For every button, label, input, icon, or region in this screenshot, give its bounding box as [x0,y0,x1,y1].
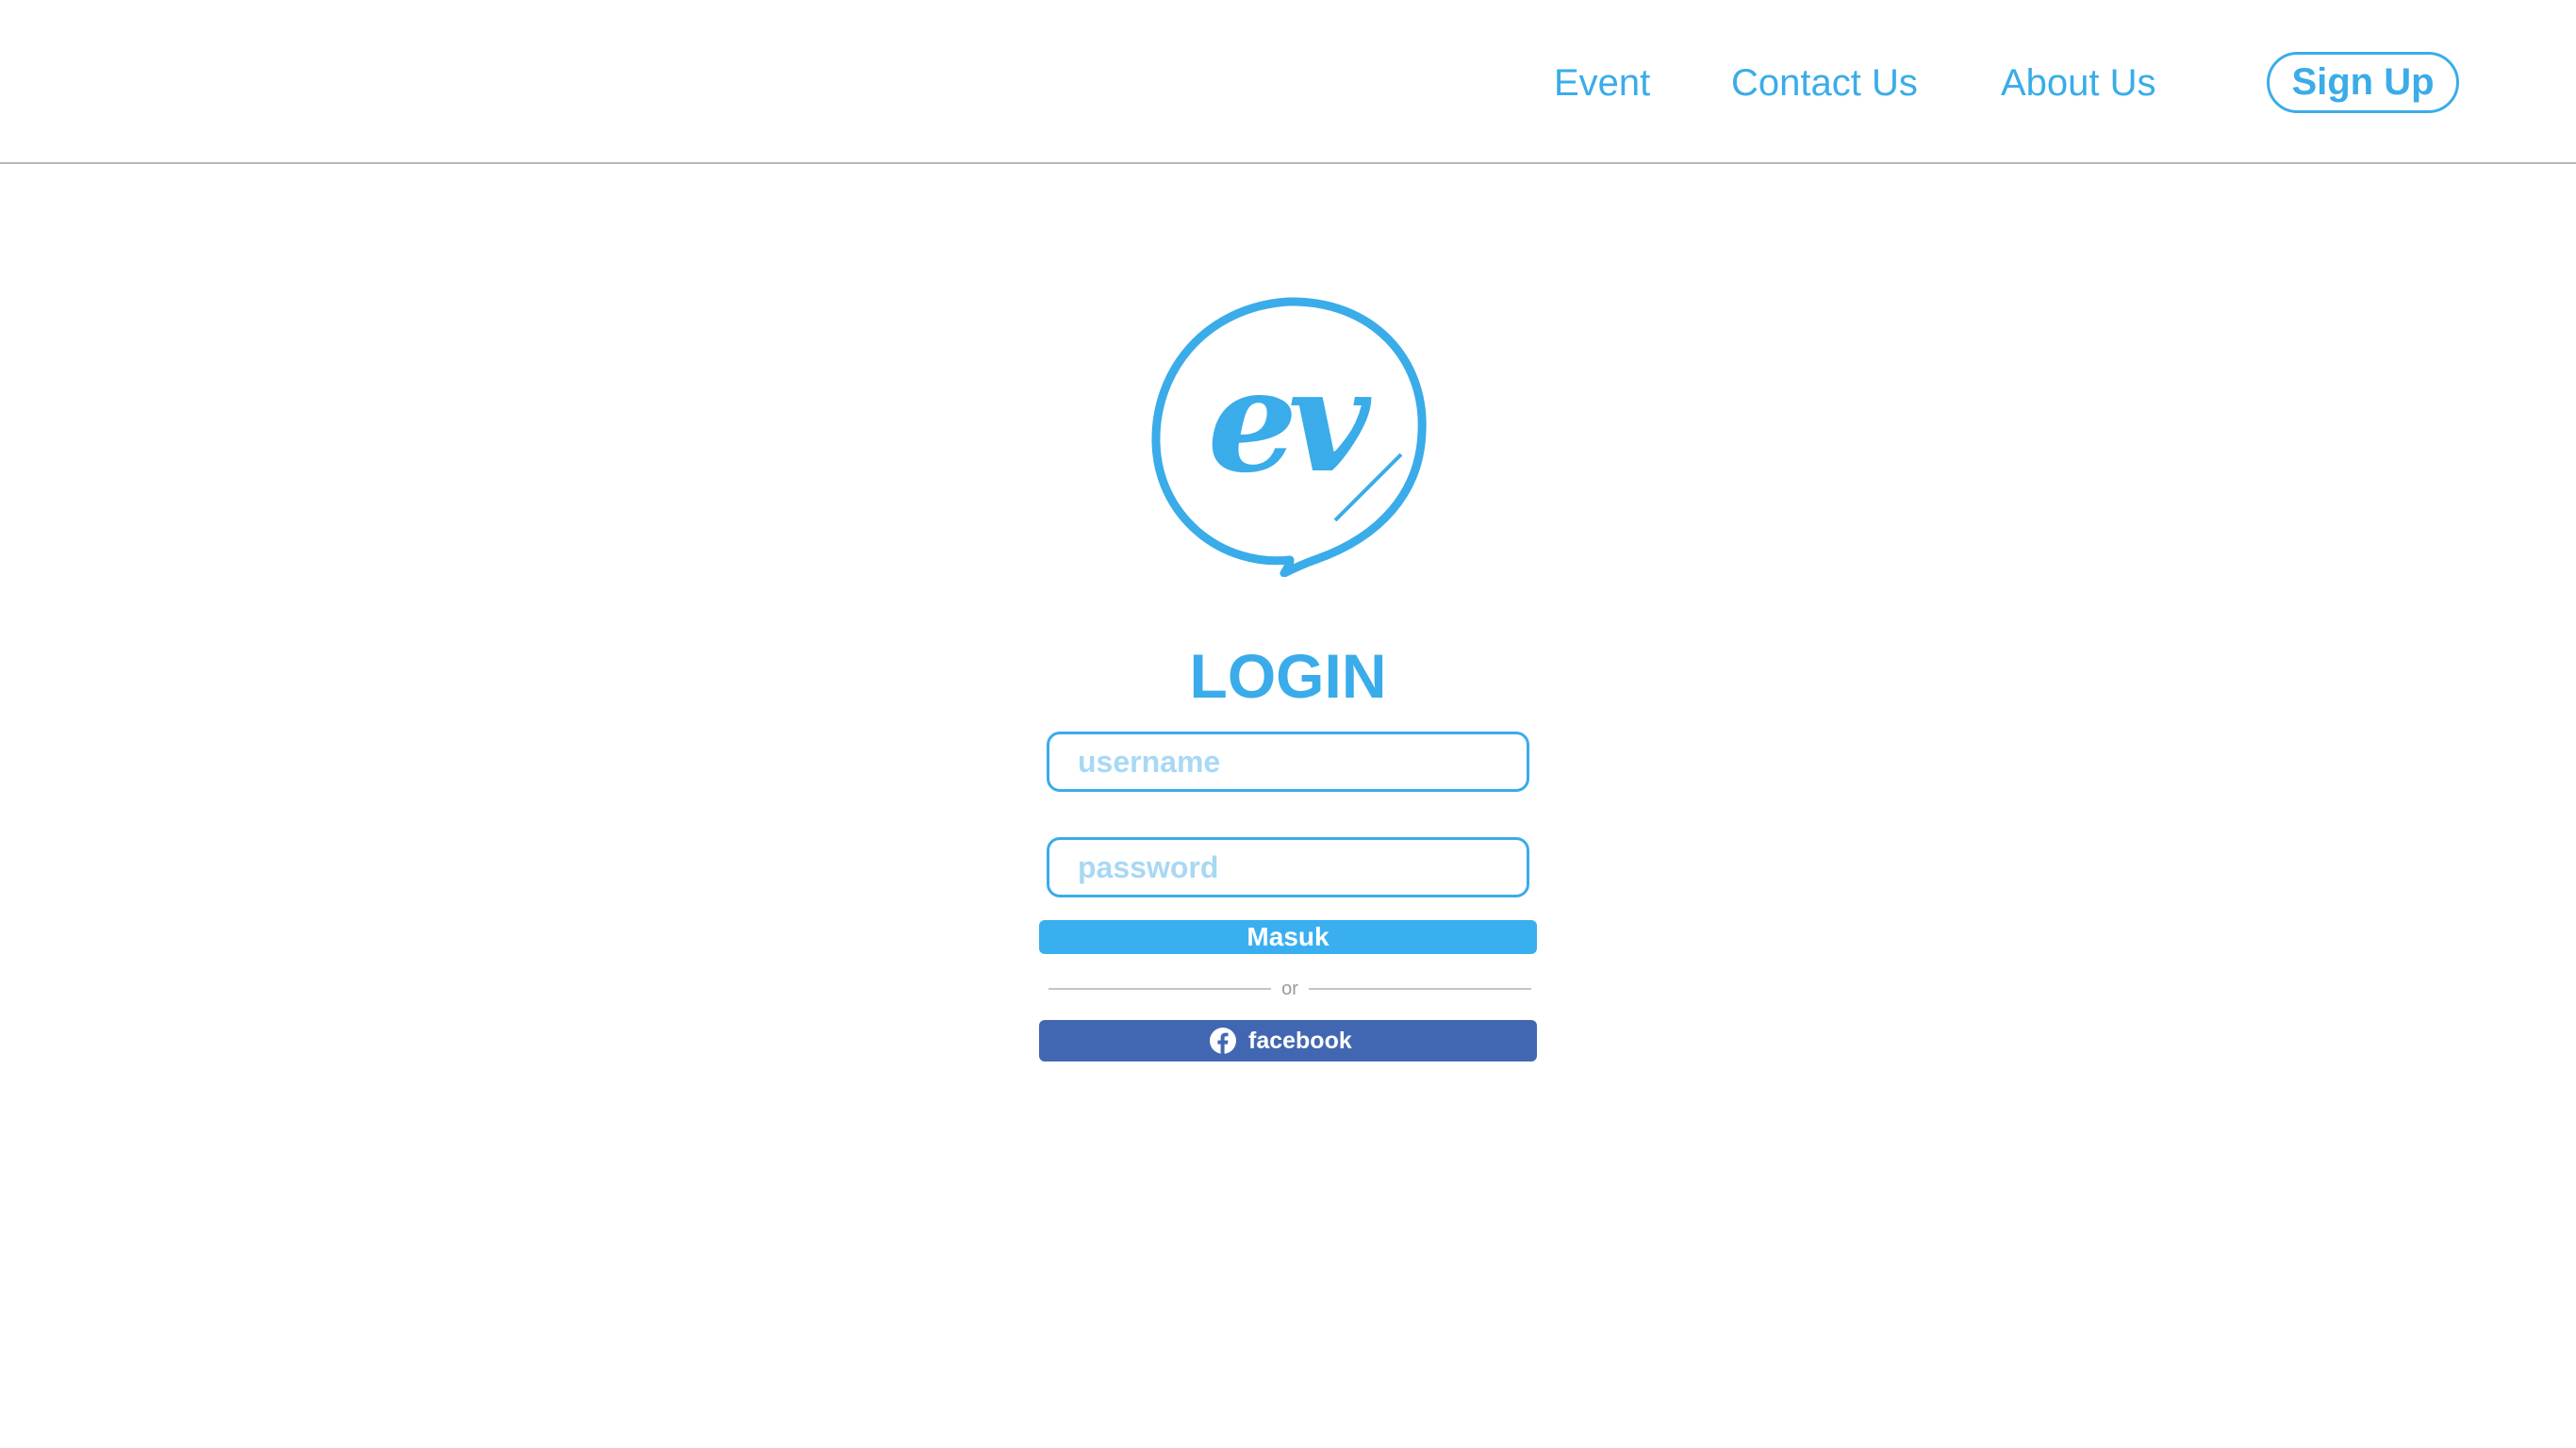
nav-link-about-us[interactable]: About Us [2001,49,2156,117]
facebook-icon [1210,1028,1236,1054]
divider-left [1049,988,1271,990]
top-navigation-bar: Event Contact Us About Us Sign Up [0,0,2576,164]
logo-text: ev [1207,338,1371,504]
ev-logo: ev [1147,294,1429,577]
facebook-button-label: facebook [1248,1028,1352,1054]
nav-link-event[interactable]: Event [1554,49,1650,117]
divider-or-text: or [1281,979,1298,999]
sign-up-button[interactable]: Sign Up [2267,52,2459,113]
masuk-button[interactable]: Masuk [1039,920,1537,954]
divider-right [1309,988,1531,990]
facebook-login-button[interactable]: facebook [1039,1020,1537,1061]
password-input[interactable] [1047,837,1529,897]
nav-link-contact-us[interactable]: Contact Us [1731,49,1918,117]
login-title: LOGIN [1189,641,1387,711]
username-input[interactable] [1047,732,1529,792]
login-page: Event Contact Us About Us Sign Up ev LOG… [0,0,2576,1448]
